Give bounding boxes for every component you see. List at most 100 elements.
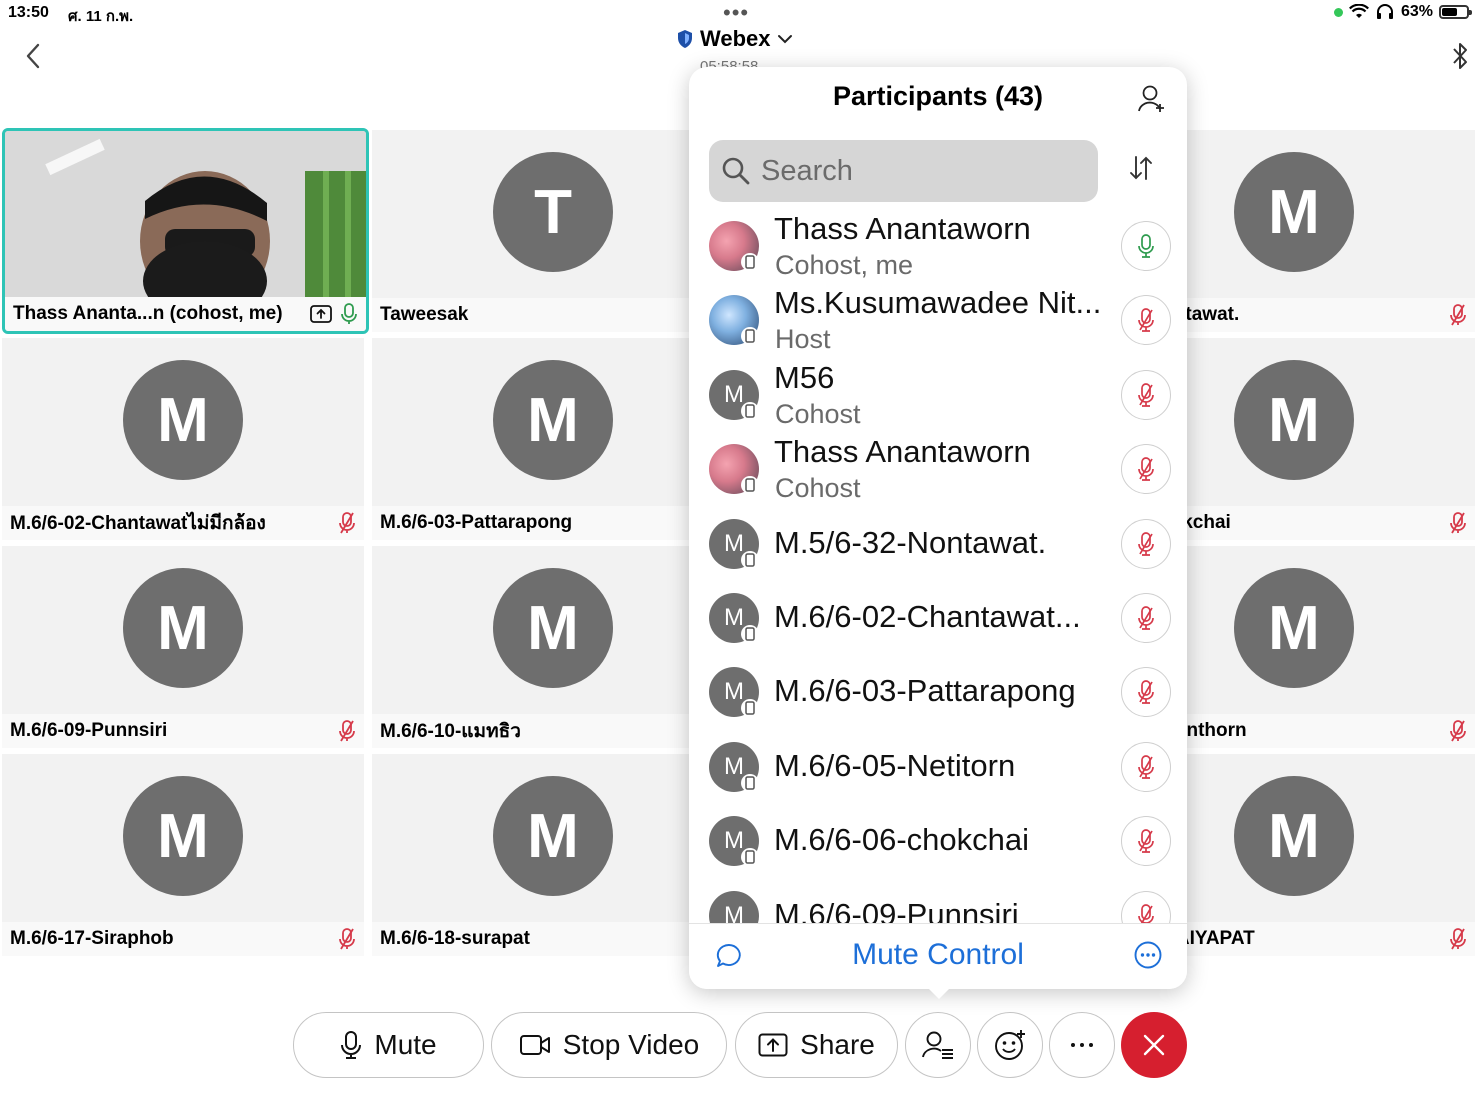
device-badge-icon — [741, 253, 759, 271]
stop-video-button[interactable]: Stop Video — [491, 1012, 727, 1078]
share-icon — [310, 305, 332, 323]
mute-control-button[interactable]: Mute Control — [689, 938, 1187, 972]
participant-name: Thass Anantaworn — [774, 434, 1031, 470]
back-button[interactable] — [20, 40, 48, 72]
participant-avatar: M — [1234, 568, 1354, 688]
participant-mic-button[interactable] — [1121, 369, 1171, 420]
participant-mic-button[interactable] — [1121, 444, 1171, 495]
more-dots-icon — [1134, 941, 1162, 969]
status-time: 13:50 — [8, 4, 49, 21]
device-badge-icon — [741, 699, 759, 718]
self-tile-name: Thass Ananta...n (cohost, me) — [13, 303, 283, 324]
participant-video-tile[interactable]: M M.6/6-17-Siraphob — [2, 754, 364, 956]
microphone-icon — [341, 1031, 362, 1059]
muted-microphone-icon — [1138, 754, 1154, 779]
participant-video-tile[interactable]: T Taweesak — [372, 130, 734, 332]
self-video-tile[interactable]: Thass Ananta...n (cohost, me) — [2, 128, 369, 334]
muted-microphone-icon — [1138, 457, 1154, 482]
participant-mic-button[interactable] — [1121, 221, 1171, 271]
participant-row[interactable]: M M.6/6-03-Pattarapong — [689, 655, 1187, 729]
share-screen-icon — [758, 1033, 788, 1057]
participant-row[interactable]: M M.5/6-32-Nontawat. — [689, 507, 1187, 581]
participant-mic-button[interactable] — [1121, 518, 1171, 569]
participant-mic-button[interactable] — [1121, 890, 1171, 923]
muted-microphone-icon — [339, 720, 355, 742]
participant-role: Cohost — [775, 398, 861, 429]
search-input[interactable] — [759, 153, 1083, 189]
participant-name: M.6/6-02-Chantawat... — [774, 599, 1081, 634]
participants-title: Participants (43) — [832, 81, 1044, 111]
tile-participant-name: M.6/6-02-Chantawatไม่มีกล้อง — [10, 513, 266, 534]
participant-avatar: M — [493, 568, 613, 688]
tile-participant-name: M.6/6-03-Pattarapong — [380, 512, 573, 533]
participant-row[interactable]: M M.6/6-06-chokchai — [689, 804, 1187, 878]
tile-namebar: M.6/6-10-แมทธิว — [372, 714, 734, 748]
participant-avatar: M — [123, 360, 243, 480]
mute-button[interactable]: Mute — [293, 1012, 484, 1078]
participant-mic-button[interactable] — [1121, 295, 1171, 346]
chevron-down-icon — [777, 35, 792, 44]
device-badge-icon — [741, 625, 759, 643]
tile-namebar: M.6/6-02-Chantawatไม่มีกล้อง — [2, 506, 364, 540]
microphone-icon — [341, 303, 357, 324]
participant-avatar: M — [123, 568, 243, 688]
muted-microphone-icon — [339, 512, 355, 534]
tile-namebar: M.6/6-09-Punnsiri — [2, 714, 364, 748]
participant-name: M.6/6-06-chokchai — [774, 822, 1030, 858]
participant-mic-button[interactable] — [1121, 593, 1171, 643]
reactions-button[interactable] — [977, 1012, 1043, 1078]
participant-video-tile[interactable]: M M.6/6-18-surapat — [372, 754, 734, 956]
participants-list[interactable]: Thass Anantaworn Cohost, me Ms.Kusumawadee… — [689, 207, 1187, 923]
muted-microphone-icon — [1138, 531, 1154, 556]
participant-video-tile[interactable]: M M.6/6-03-Pattarapong — [372, 338, 734, 540]
participant-row[interactable]: Thass Anantaworn Cohost, me — [689, 209, 1187, 283]
participant-name: M.6/6-05-Netitorn — [774, 747, 1016, 783]
video-camera-icon — [519, 1035, 550, 1055]
participant-name: M56 — [774, 359, 835, 395]
participant-row[interactable]: M M56 Cohost — [689, 358, 1187, 432]
tile-participant-name: M.6/6-18-surapat — [380, 928, 530, 949]
battery-percent: 63% — [1400, 3, 1433, 20]
participant-row[interactable]: M M.6/6-09-Punnsiri — [689, 879, 1187, 923]
wifi-icon — [1348, 4, 1369, 18]
sort-arrows-icon — [1130, 156, 1152, 180]
sort-button[interactable] — [1127, 154, 1155, 182]
participants-button[interactable] — [905, 1012, 971, 1078]
participant-video-tile[interactable]: M M.6/6-10-แมทธิว — [372, 546, 734, 748]
muted-microphone-icon — [1138, 606, 1154, 630]
status-bar: 13:50 ศ. 11 ก.พ. ••• 63% — [0, 0, 1479, 28]
participant-row[interactable]: Ms.Kusumawadee Nit... Host — [689, 283, 1187, 357]
participant-mic-button[interactable] — [1121, 816, 1171, 867]
share-button[interactable]: Share — [735, 1012, 898, 1078]
invite-participant-button[interactable] — [1137, 83, 1167, 115]
bluetooth-icon[interactable] — [1448, 40, 1472, 72]
participant-video-tile[interactable]: M M.6/6-02-Chantawatไม่มีกล้อง — [2, 338, 364, 540]
self-video-feed — [5, 131, 366, 297]
tile-participant-name: M.6/6-09-Punnsiri — [10, 720, 168, 741]
participant-avatar: T — [493, 152, 613, 272]
participant-mic-button[interactable] — [1121, 667, 1171, 718]
muted-microphone-icon — [1450, 720, 1466, 742]
participant-avatar: M — [493, 776, 613, 896]
headphones-icon — [1376, 4, 1393, 19]
participant-name: M.5/6-32-Nontawat. — [774, 524, 1047, 560]
search-bar[interactable] — [709, 140, 1098, 202]
participant-video-tile[interactable]: M M.6/6-09-Punnsiri — [2, 546, 364, 748]
participant-row[interactable]: Thass Anantaworn Cohost — [689, 432, 1187, 506]
leave-meeting-button[interactable] — [1121, 1012, 1187, 1078]
device-badge-icon — [741, 476, 759, 495]
mute-label: Mute — [374, 1029, 437, 1060]
participant-row[interactable]: M M.6/6-05-Netitorn — [689, 730, 1187, 804]
more-options-button[interactable] — [1133, 940, 1163, 970]
muted-microphone-icon — [1450, 512, 1466, 534]
tile-namebar: M.6/6-18-surapat — [372, 922, 734, 956]
device-badge-icon — [741, 773, 759, 792]
participant-row[interactable]: M M.6/6-02-Chantawat... — [689, 581, 1187, 655]
participant-mic-button[interactable] — [1121, 741, 1171, 792]
tile-participant-name: Taweesak — [380, 304, 469, 325]
multitasking-dots-icon[interactable]: ••• — [723, 2, 749, 24]
more-button[interactable] — [1049, 1012, 1115, 1078]
muted-microphone-icon — [1138, 680, 1154, 705]
device-badge-icon — [741, 327, 759, 346]
meeting-title-dropdown[interactable]: Webex — [676, 26, 793, 52]
